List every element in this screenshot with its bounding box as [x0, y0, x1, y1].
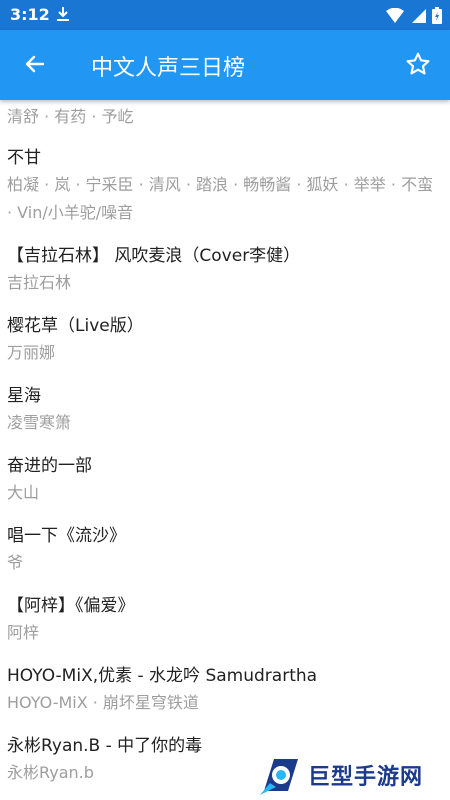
- watermark: 巨型手游网: [258, 750, 450, 800]
- battery-icon: [432, 7, 442, 28]
- page-title: 中文人声三日榜: [91, 56, 246, 81]
- song-artist: 阿梓: [7, 623, 40, 642]
- watermark-logo-icon: [258, 753, 302, 797]
- song-list[interactable]: 清舒 · 有药 · 予屹 不甘 柏凝 · 岚 · 宁采臣 · 清风 · 踏浪 ·…: [0, 100, 450, 800]
- song-title: 奋进的一部: [7, 456, 92, 476]
- list-item[interactable]: 不甘 柏凝 · 岚 · 宁采臣 · 清风 · 踏浪 · 畅畅酱 · 狐妖 · 举…: [0, 145, 450, 227]
- signal-icon: [410, 8, 426, 28]
- song-title: 【阿梓】《偏爱》: [7, 596, 135, 616]
- song-title: 【吉拉石林】 风吹麦浪（Cover李健）: [7, 246, 301, 266]
- song-artist: 大山: [7, 483, 40, 502]
- back-button[interactable]: [20, 51, 50, 81]
- song-artist: 万丽娜: [7, 343, 56, 362]
- song-artist: 柏凝 · 岚 · 宁采臣 · 清风 · 踏浪 · 畅畅酱 · 狐妖 · 举举 ·…: [7, 175, 434, 222]
- song-title: HOYO-MiX,优素 - 水龙吟 Samudrartha: [7, 666, 318, 686]
- app-bar: 中文人声三日榜: [0, 30, 450, 100]
- song-artist: 凌雪寒箫: [7, 413, 72, 432]
- star-outline-icon: [405, 51, 431, 81]
- song-artist: 爷: [7, 553, 24, 572]
- list-item[interactable]: 【阿梓】《偏爱》 阿梓: [0, 593, 450, 647]
- arrow-back-icon: [23, 52, 47, 80]
- list-item[interactable]: 樱花草（Live版） 万丽娜: [0, 313, 450, 367]
- song-title: 星海: [7, 386, 41, 406]
- list-item[interactable]: 奋进的一部 大山: [0, 453, 450, 507]
- list-item[interactable]: 唱一下《流沙》 爷: [0, 523, 450, 577]
- song-title: 唱一下《流沙》: [7, 526, 126, 546]
- status-bar: 3:12: [0, 0, 450, 30]
- list-item[interactable]: 【吉拉石林】 风吹麦浪（Cover李健） 吉拉石林: [0, 243, 450, 297]
- list-item[interactable]: 清舒 · 有药 · 予屹: [0, 103, 450, 131]
- wifi-icon: [386, 7, 404, 28]
- song-title: 不甘: [7, 148, 41, 168]
- song-artist: 吉拉石林: [7, 273, 72, 292]
- status-time: 3:12: [10, 5, 50, 24]
- song-artist: 清舒 · 有药 · 予屹: [7, 107, 134, 126]
- list-item[interactable]: HOYO-MiX,优素 - 水龙吟 Samudrartha HOYO-MiX ·…: [0, 663, 450, 717]
- song-title: 樱花草（Live版）: [7, 316, 144, 336]
- list-item[interactable]: 星海 凌雪寒箫: [0, 383, 450, 437]
- status-icons: [386, 7, 442, 28]
- watermark-text: 巨型手游网: [308, 765, 424, 790]
- song-artist: HOYO-MiX · 崩坏星穹铁道: [7, 693, 199, 712]
- download-icon: [56, 6, 70, 26]
- favorite-button[interactable]: [402, 50, 434, 82]
